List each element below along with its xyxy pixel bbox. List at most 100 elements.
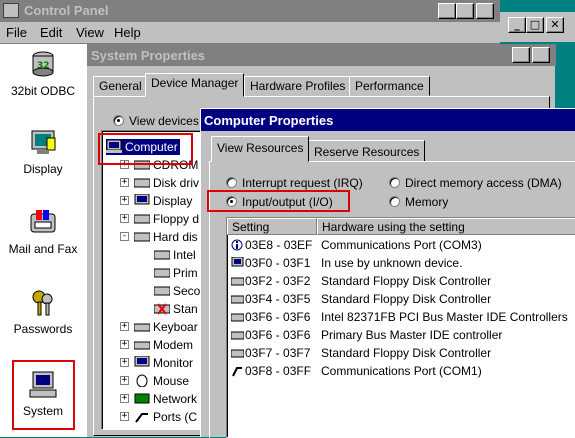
- cp-item-odbc[interactable]: 32 32bit ODBC: [0, 50, 86, 98]
- tree-item-disk-drives[interactable]: Disk driv: [134, 176, 199, 190]
- computer-properties-dialog: Computer Properties View Resources Reser…: [200, 108, 575, 438]
- control-panel-titlebar: Control Panel _ □ ✕: [0, 0, 500, 22]
- expand-toggle[interactable]: +: [120, 394, 129, 403]
- close-button[interactable]: ✕: [476, 3, 494, 19]
- option-label: Interrupt request (IRQ): [242, 176, 363, 190]
- tab-hardware-profiles[interactable]: Hardware Profiles: [244, 76, 352, 96]
- mouse-icon: [136, 374, 148, 387]
- cp-item-display[interactable]: Display: [0, 128, 86, 176]
- drive-icon: [231, 295, 244, 304]
- hardware-cell: Standard Floppy Disk Controller: [321, 346, 492, 360]
- option-irq[interactable]: Interrupt request (IRQ): [226, 176, 363, 190]
- cp-item-label: Mail and Fax: [8, 242, 78, 256]
- expand-toggle[interactable]: +: [120, 178, 129, 187]
- tree-item-label: Monitor: [153, 356, 194, 370]
- disabled-drive-icon: [154, 303, 170, 315]
- option-label: Direct memory access (DMA): [405, 176, 562, 190]
- tree-item-keyboard[interactable]: Keyboar: [134, 320, 198, 334]
- radio-icon: [389, 196, 400, 207]
- close-button[interactable]: ✕: [546, 17, 564, 33]
- list-row[interactable]: 03F6 - 03F6 Primary Bus Master IDE contr…: [227, 326, 575, 344]
- expand-toggle[interactable]: +: [120, 340, 129, 349]
- list-row[interactable]: 03F0 - 03F1 In use by unknown device.: [227, 254, 575, 272]
- tree-item-monitor[interactable]: Monitor: [134, 356, 193, 370]
- drive-icon: [231, 313, 244, 322]
- tab-device-manager[interactable]: Device Manager: [145, 73, 245, 97]
- list-header: Setting Hardware using the setting: [227, 218, 575, 235]
- tree-item-floppy[interactable]: Floppy d: [134, 212, 199, 226]
- tab-view-resources[interactable]: View Resources: [211, 136, 310, 162]
- system-highlight-box: [12, 360, 75, 430]
- menu-view[interactable]: View: [76, 25, 104, 40]
- option-memory[interactable]: Memory: [389, 195, 448, 209]
- expand-toggle[interactable]: +: [120, 358, 129, 367]
- tree-item-label: Hard dis: [153, 230, 198, 244]
- option-dma[interactable]: Direct memory access (DMA): [389, 176, 562, 190]
- setting-cell: 03F8 - 03FF: [245, 364, 312, 378]
- expand-toggle[interactable]: +: [120, 214, 129, 223]
- close-button[interactable]: ✕: [532, 47, 550, 63]
- cp-item-label: 32bit ODBC: [10, 84, 76, 98]
- tree-item-secondary[interactable]: Seco: [154, 284, 200, 298]
- list-row[interactable]: 03E8 - 03EF Communications Port (COM3): [227, 236, 575, 254]
- maximize-button[interactable]: □: [526, 17, 544, 33]
- tree-item-standard[interactable]: Stan: [154, 302, 198, 316]
- view-devices-option[interactable]: View devices: [113, 114, 199, 128]
- minimize-button[interactable]: _: [438, 3, 456, 19]
- monitor-icon: [134, 194, 150, 205]
- list-row[interactable]: 03F8 - 03FF Communications Port (COM1): [227, 362, 575, 380]
- network-icon: [134, 393, 150, 404]
- drive-icon: [154, 250, 170, 260]
- info-icon: [231, 239, 243, 251]
- option-label: Memory: [405, 195, 449, 209]
- drive-icon: [231, 349, 244, 358]
- tree-item-mouse[interactable]: Mouse: [134, 374, 189, 388]
- list-row[interactable]: 03F7 - 03F7 Standard Floppy Disk Control…: [227, 344, 575, 362]
- hardware-cell: Communications Port (COM1): [321, 364, 482, 378]
- tree-item-label: Modem: [153, 338, 194, 352]
- help-button[interactable]: ?: [512, 47, 530, 63]
- menu-help[interactable]: Help: [114, 25, 141, 40]
- floppy-icon: [134, 214, 150, 224]
- setting-cell: 03F7 - 03F7: [245, 346, 311, 360]
- drive-icon: [231, 277, 244, 286]
- tree-item-intel[interactable]: Intel: [154, 248, 196, 262]
- tree-item-label: Intel: [173, 248, 196, 262]
- tab-reserve-resources[interactable]: Reserve Resources: [308, 140, 426, 162]
- tree-item-label: Seco: [173, 284, 201, 298]
- tree-item-modem[interactable]: Modem: [134, 338, 193, 352]
- expand-toggle[interactable]: +: [120, 412, 129, 421]
- hardware-cell: Primary Bus Master IDE controller: [321, 328, 503, 342]
- menu-edit[interactable]: Edit: [40, 25, 62, 40]
- expand-toggle[interactable]: +: [120, 322, 129, 331]
- expand-toggle[interactable]: +: [120, 376, 129, 385]
- menu-file[interactable]: File: [6, 25, 27, 40]
- collapse-toggle[interactable]: -: [120, 232, 129, 241]
- cp-item-passwords[interactable]: Passwords: [0, 288, 86, 336]
- column-hardware[interactable]: Hardware using the setting: [317, 218, 575, 235]
- tree-item-display[interactable]: Display: [134, 194, 192, 208]
- maximize-button[interactable]: □: [456, 3, 474, 19]
- list-row[interactable]: 03F4 - 03F5 Standard Floppy Disk Control…: [227, 290, 575, 308]
- column-setting[interactable]: Setting: [227, 218, 317, 235]
- tree-item-primary[interactable]: Prim: [154, 266, 198, 280]
- tree-item-network[interactable]: Network: [134, 392, 197, 406]
- minimize-button[interactable]: _: [508, 17, 526, 33]
- list-row[interactable]: 03F2 - 03F2 Standard Floppy Disk Control…: [227, 272, 575, 290]
- cp-item-mail-fax[interactable]: Mail and Fax: [0, 208, 86, 256]
- tree-item-ports[interactable]: Ports (C: [134, 410, 197, 424]
- tree-item-label: Disk driv: [153, 176, 200, 190]
- display-icon: [31, 130, 56, 154]
- tree-item-label: Display: [153, 194, 193, 208]
- dialog-title: System Properties: [91, 48, 206, 63]
- tree-item-hard-disk[interactable]: Hard dis: [134, 230, 198, 244]
- port-icon: [232, 367, 242, 377]
- tab-performance[interactable]: Performance: [349, 76, 430, 96]
- tab-general[interactable]: General: [93, 76, 148, 96]
- control-panel-icon: [3, 3, 19, 18]
- expand-toggle[interactable]: +: [120, 196, 129, 205]
- setting-cell: 03E8 - 03EF: [245, 238, 313, 252]
- list-row[interactable]: 03F6 - 03F6 Intel 82371FB PCI Bus Master…: [227, 308, 575, 326]
- drive-icon: [231, 331, 244, 340]
- setting-cell: 03F6 - 03F6: [245, 328, 311, 342]
